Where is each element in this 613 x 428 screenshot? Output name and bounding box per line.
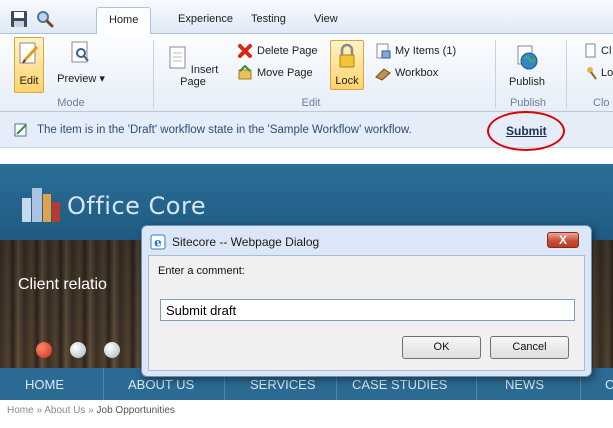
breadcrumb-about[interactable]: About Us	[44, 405, 85, 416]
comment-prompt: Enter a comment:	[158, 265, 245, 277]
edit-mode-button[interactable]: Edit	[14, 37, 44, 93]
ie-icon: e	[150, 234, 166, 250]
document-icon	[585, 43, 596, 58]
highlight-circle	[487, 111, 565, 151]
delete-page-button[interactable]: Delete Page	[237, 42, 318, 60]
move-page-label: Move Page	[257, 67, 313, 79]
nav-more[interactable]: C	[605, 368, 613, 400]
breadcrumb-separator: »	[88, 405, 94, 416]
logout-label: Lo	[601, 67, 613, 79]
tab-view[interactable]: View	[314, 13, 338, 25]
group-divider	[566, 40, 567, 108]
delete-page-label: Delete Page	[257, 45, 318, 57]
save-icon[interactable]	[10, 10, 28, 28]
preview-label: Preview ▾	[57, 73, 105, 85]
workflow-message: The item is in the 'Draft' workflow stat…	[37, 124, 412, 136]
publish-label: Publish	[508, 76, 546, 88]
publish-button[interactable]: Publish	[505, 44, 549, 88]
dialog-body: Enter a comment: OK Cancel	[148, 255, 585, 371]
preview-icon	[71, 41, 89, 63]
nav-divider	[103, 368, 104, 400]
tab-home[interactable]: Home	[96, 7, 152, 35]
close-group-label: Clo	[593, 97, 610, 109]
move-page-icon	[238, 65, 252, 80]
dialog-title: Sitecore -- Webpage Dialog	[172, 235, 320, 249]
cancel-button[interactable]: Cancel	[490, 336, 569, 359]
edit-note-icon	[14, 123, 27, 137]
group-divider	[495, 40, 496, 108]
breadcrumb-current: Job Opportunities	[96, 405, 175, 416]
lock-button[interactable]: Lock	[330, 40, 364, 90]
insert-page-icon	[169, 46, 186, 69]
group-divider	[153, 40, 154, 108]
slide-dot-active[interactable]	[36, 342, 52, 358]
workbox-label: Workbox	[395, 67, 439, 79]
breadcrumb-home[interactable]: Home	[7, 405, 34, 416]
my-items-button[interactable]: My Items (1)	[375, 42, 456, 60]
my-items-label: My Items (1)	[395, 45, 457, 57]
dialog-titlebar[interactable]: e Sitecore -- Webpage Dialog	[150, 231, 319, 253]
nav-home[interactable]: HOME	[25, 368, 64, 400]
breadcrumb-separator: »	[36, 405, 43, 416]
lock-icon	[339, 43, 355, 68]
ok-button[interactable]: OK	[402, 336, 481, 359]
edit-group-label: Edit	[301, 97, 321, 109]
ribbon-tab-bar: Home Experience Testing View	[0, 0, 613, 35]
office-core-logo	[22, 188, 60, 222]
slide-dot[interactable]	[104, 342, 120, 358]
insert-page-button[interactable]: Insert Page	[160, 46, 226, 88]
site-logo-text: Office Core	[67, 192, 207, 220]
edit-mode-label: Edit	[19, 75, 39, 87]
lock-label: Lock	[335, 75, 359, 87]
breadcrumb: Home » About Us » Job Opportunities	[7, 405, 175, 416]
delete-icon	[238, 44, 252, 58]
publish-group-label: Publish	[509, 97, 547, 109]
edit-icon	[19, 42, 39, 64]
comment-input[interactable]	[160, 299, 575, 321]
user-key-icon	[587, 67, 597, 80]
search-icon[interactable]	[36, 10, 54, 28]
workbox-icon	[375, 68, 391, 81]
logout-button[interactable]: Lo	[585, 64, 613, 82]
my-items-icon	[376, 43, 391, 59]
slide-dot[interactable]	[70, 342, 86, 358]
workbox-button[interactable]: Workbox	[375, 64, 438, 82]
move-page-button[interactable]: Move Page	[237, 64, 313, 82]
svg-text:e: e	[154, 236, 162, 250]
banner-caption: Client relatio	[18, 276, 107, 293]
comment-dialog: e Sitecore -- Webpage Dialog X Enter a c…	[141, 225, 592, 377]
ribbon: Edit Preview ▾ Mode Insert Page Delete P…	[0, 34, 613, 112]
screen: Home Experience Testing View Edit Previe…	[0, 0, 613, 428]
close-item-button[interactable]: Cl	[585, 42, 611, 60]
tab-experience[interactable]: Experience	[178, 13, 233, 25]
tab-testing[interactable]: Testing	[251, 13, 286, 25]
preview-button[interactable]: Preview ▾	[52, 40, 110, 85]
dialog-close-button[interactable]: X	[547, 232, 579, 248]
close-item-label: Cl	[601, 45, 612, 57]
mode-group-label: Mode	[57, 97, 85, 109]
publish-globe-icon	[517, 45, 538, 70]
